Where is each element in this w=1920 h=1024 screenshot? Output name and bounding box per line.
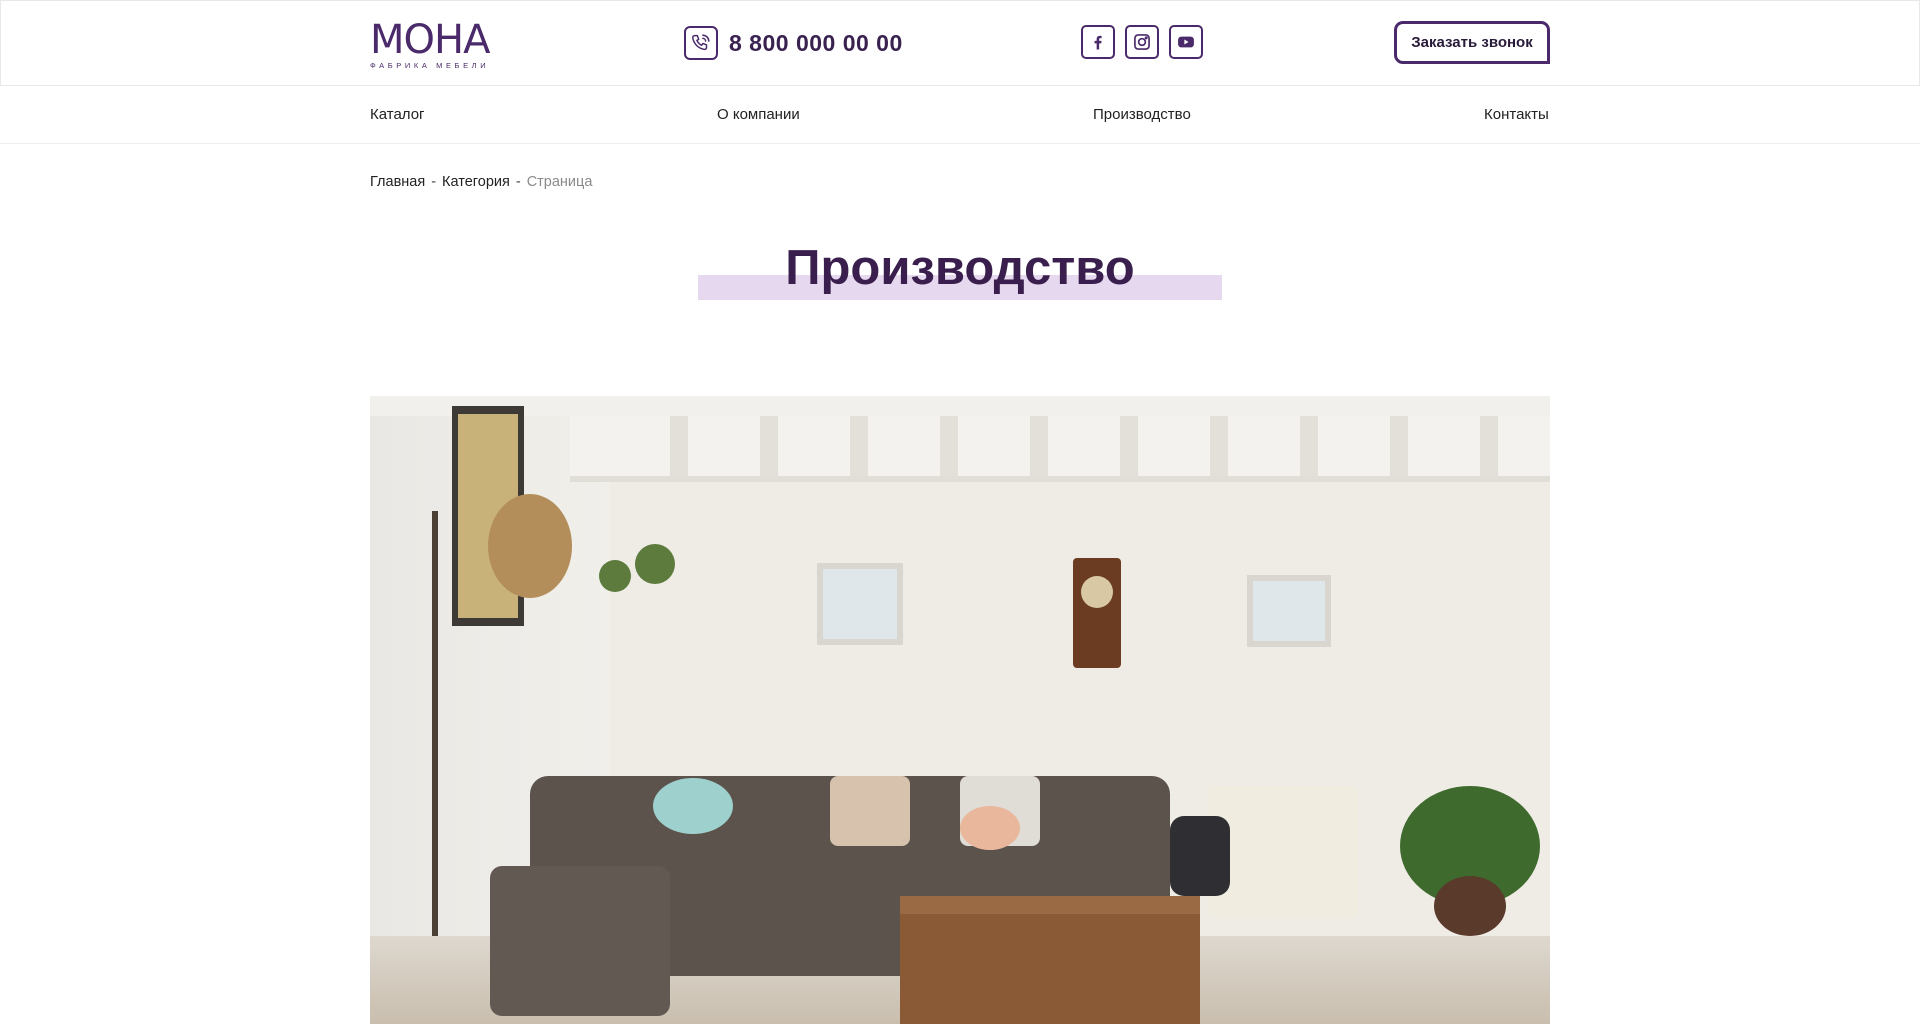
instagram-icon[interactable] <box>1125 25 1159 59</box>
breadcrumb-current: Страница <box>526 174 593 190</box>
breadcrumb-home[interactable]: Главная <box>370 174 425 190</box>
logo-name: МОНА <box>370 17 490 63</box>
breadcrumb-separator: - <box>515 174 521 190</box>
logo[interactable]: МОНА ФАБРИКА МЕБЕЛИ <box>370 17 510 70</box>
order-call-button[interactable]: Заказать звонок <box>1394 21 1550 64</box>
nav-item-production[interactable]: Производство <box>1093 106 1191 123</box>
page-title: Производство <box>785 241 1135 295</box>
youtube-icon[interactable] <box>1169 25 1203 59</box>
main-nav: Каталог О компании Производство Контакты <box>0 86 1920 144</box>
phone-number[interactable]: 8 800 000 00 00 <box>729 30 903 57</box>
breadcrumb-separator: - <box>431 174 437 190</box>
phone-icon <box>684 26 718 60</box>
nav-item-contacts[interactable]: Контакты <box>1484 106 1549 123</box>
page-title-block: Производство <box>698 236 1222 306</box>
breadcrumb: Главная - Категория - Страница <box>370 174 592 190</box>
nav-item-about[interactable]: О компании <box>717 106 800 123</box>
header-bar <box>0 0 1920 86</box>
facebook-icon[interactable] <box>1081 25 1115 59</box>
logo-tagline: ФАБРИКА МЕБЕЛИ <box>370 61 490 70</box>
social-links <box>1081 25 1203 59</box>
hero-image <box>370 396 1550 1024</box>
breadcrumb-category[interactable]: Категория <box>442 174 510 190</box>
nav-item-catalog[interactable]: Каталог <box>370 106 425 123</box>
header-phone[interactable]: 8 800 000 00 00 <box>684 26 903 60</box>
